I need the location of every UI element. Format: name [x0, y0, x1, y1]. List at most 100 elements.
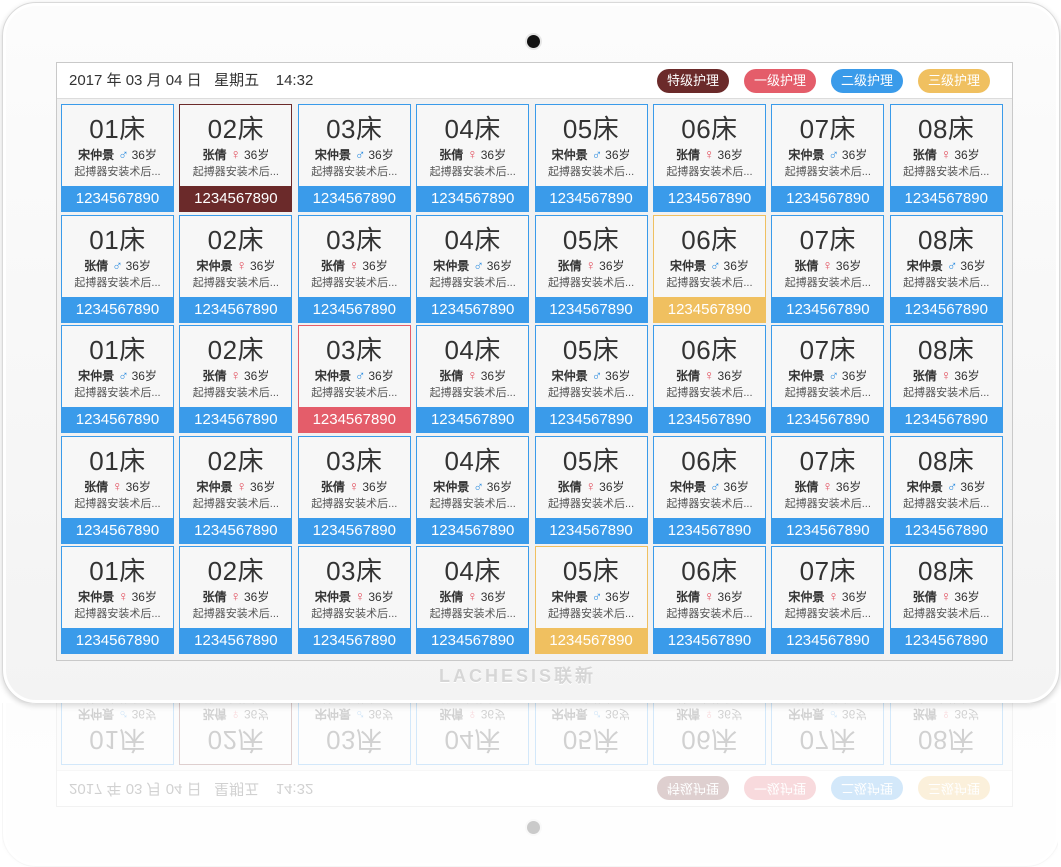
male-icon: ♂: [354, 367, 366, 383]
patient-name: 宋仲景: [788, 148, 825, 162]
bed-card[interactable]: 01床 宋仲景 ♀ 36岁 起搏器安装术后... 1234567890: [61, 546, 174, 654]
diagnosis-text: 起搏器安装术后...: [666, 387, 753, 399]
bed-card[interactable]: 07床 宋仲景 ♀ 36岁 起搏器安装术后... 1234567890: [771, 546, 885, 654]
female-icon: ♀: [118, 588, 129, 604]
bed-card[interactable]: 08床 张倩 ♀ 36岁 起搏器安装术后... 1234567890: [889, 325, 1003, 433]
bed-card[interactable]: 07床 张倩 ♀ 36岁 起搏器安装术后... 1234567890: [771, 435, 885, 544]
bed-number: 01床: [89, 224, 146, 255]
female-icon: ♀: [354, 588, 366, 604]
bed-card[interactable]: 08床 宋仲景 ♂ 36岁 起搏器安装术后... 1234567890: [889, 214, 1003, 323]
legend-badge: 三级护理: [918, 69, 990, 93]
patient-info: 宋仲景 ♀ 36岁: [62, 588, 173, 605]
diagnosis-text: 起搏器安装术后...: [547, 387, 635, 399]
bed-card[interactable]: 03床 张倩 ♀ 36岁 起搏器安装术后... 1234567890: [297, 435, 411, 544]
bed-number: 02床: [207, 445, 265, 476]
bed-card[interactable]: 02床 宋仲景 ♀ 36岁 起搏器安装术后... 1234567890: [179, 214, 293, 323]
patient-info: 张倩 ♀ 36岁: [891, 146, 1002, 163]
bed-card[interactable]: 03床 宋仲景 ♀ 36岁 起搏器安装术后... 1234567890: [297, 546, 411, 654]
bed-card[interactable]: 05床 张倩 ♀ 36岁 起搏器安装术后... 1234567890: [534, 435, 648, 544]
diagnosis-text: 起搏器安装术后...: [903, 387, 990, 399]
bed-card[interactable]: 01床 宋仲景 ♂ 36岁 起搏器安装术后... 1234567890: [61, 325, 174, 433]
phone-bar: 1234567890: [298, 407, 410, 432]
patient-name: 宋仲景: [433, 479, 470, 494]
phone-bar: 1234567890: [417, 296, 529, 322]
bed-card[interactable]: 08床 张倩 ♀ 36岁 起搏器安装术后... 1234567890: [889, 546, 1003, 654]
phone-bar: 1234567890: [890, 628, 1002, 653]
patient-age: 36岁: [717, 148, 743, 162]
diagnosis-text: 起搏器安装术后...: [192, 276, 279, 289]
diagnosis-text: 起搏器安装术后...: [547, 276, 635, 289]
bed-card[interactable]: 04床 张倩 ♀ 36岁 起搏器安装术后... 1234567890: [416, 325, 530, 433]
patient-info: 张倩 ♀ 36岁: [654, 588, 765, 605]
bed-card[interactable]: 07床 宋仲景 ♂ 36岁 起搏器安装术后... 1234567890: [771, 325, 885, 433]
patient-name: 张倩: [676, 369, 701, 383]
patient-name: 张倩: [439, 369, 464, 383]
patient-name: 张倩: [202, 148, 227, 162]
bed-card[interactable]: 02床 宋仲景 ♀ 36岁 起搏器安装术后... 1234567890: [179, 435, 293, 544]
phone-bar: 1234567890: [62, 517, 173, 543]
bed-card[interactable]: 06床 张倩 ♀ 36岁 起搏器安装术后... 1234567890: [652, 104, 766, 212]
bed-card[interactable]: 08床 宋仲景 ♂ 36岁 起搏器安装术后... 1234567890: [889, 435, 1003, 544]
datetime-text: 2017 年 03 月 04 日 星期五 14:32: [69, 72, 314, 89]
patient-name: 宋仲景: [314, 369, 351, 383]
patient-info: 宋仲景 ♂ 36岁: [772, 146, 883, 163]
female-icon: ♀: [822, 256, 833, 273]
bed-card[interactable]: 04床 张倩 ♀ 36岁 起搏器安装术后... 1234567890: [416, 546, 530, 654]
bed-card[interactable]: 02床 张倩 ♀ 36岁 起搏器安装术后... 1234567890: [179, 546, 293, 654]
patient-name: 张倩: [320, 258, 345, 273]
bed-card[interactable]: 07床 宋仲景 ♂ 36岁 起搏器安装术后... 1234567890: [771, 104, 885, 212]
tablet-frame: 2017 年 03 月 04 日 星期五 14:32 特级护理 一级护理 二级护理三…: [2, 2, 1060, 704]
bed-card[interactable]: 06床 张倩 ♀ 36岁 起搏器安装术后... 1234567890: [652, 546, 766, 654]
diagnosis-text: 起搏器安装术后...: [547, 497, 635, 510]
bed-card[interactable]: 08床 张倩 ♀ 36岁 起搏器安装术后... 1234567890: [889, 104, 1003, 212]
bed-card[interactable]: 04床 宋仲景 ♂ 36岁 起搏器安装术后... 1234567890: [416, 435, 530, 544]
bed-card[interactable]: 05床 宋仲景 ♂ 36岁 起搏器安装术后... 1234567890: [534, 325, 648, 433]
bed-card[interactable]: 02床 张倩 ♀ 36岁 起搏器安装术后... 1234567890: [179, 325, 293, 433]
bed-card[interactable]: 03床 宋仲景 ♂ 36岁 起搏器安装术后... 1234567890: [297, 325, 411, 433]
bed-card[interactable]: 06床 宋仲景 ♂ 36岁 起搏器安装术后... 1234567890: [652, 214, 766, 323]
bed-card[interactable]: 04床 宋仲景 ♂ 36岁 起搏器安装术后... 1234567890: [416, 214, 530, 323]
bed-number: 05床: [562, 445, 620, 476]
phone-bar: 1234567890: [772, 517, 884, 543]
phone-bar: 1234567890: [772, 296, 884, 322]
diagnosis-text: 起搏器安装术后...: [903, 497, 990, 510]
male-icon: ♂: [591, 367, 603, 383]
bed-number: 01床: [89, 556, 146, 586]
patient-name: 宋仲景: [551, 369, 588, 383]
bed-card[interactable]: 04床 张倩 ♀ 36岁 起搏器安装术后... 1234567890: [416, 104, 530, 212]
bed-card[interactable]: 01床 张倩 ♂ 36岁 起搏器安装术后... 1234567890: [61, 214, 174, 323]
bed-card[interactable]: 05床 张倩 ♀ 36岁 起搏器安装术后... 1234567890: [534, 214, 648, 323]
bed-number: 03床: [326, 224, 383, 255]
patient-info: 宋仲景 ♀ 36岁: [180, 478, 291, 495]
patient-name: 张倩: [557, 479, 582, 494]
patient-age: 36岁: [841, 590, 868, 604]
bed-card[interactable]: 01床 宋仲景 ♂ 36岁 起搏器安装术后... 1234567890: [61, 104, 174, 212]
bed-card[interactable]: 05床 宋仲景 ♂ 36岁 起搏器安装术后... 1234567890: [534, 104, 648, 212]
bed-card[interactable]: 05床 宋仲景 ♂ 36岁 起搏器安装术后... 1234567890: [534, 546, 648, 654]
diagnosis-text: 起搏器安装术后...: [429, 497, 516, 510]
bed-card[interactable]: 06床 宋仲景 ♂ 36岁 起搏器安装术后... 1234567890: [652, 435, 766, 544]
diagnosis-text: 起搏器安装术后...: [74, 276, 161, 289]
male-icon: ♂: [828, 367, 839, 383]
patient-age: 36岁: [841, 369, 868, 383]
patient-name: 宋仲景: [314, 590, 351, 604]
bed-number: 08床: [918, 556, 975, 586]
patient-age: 36岁: [486, 258, 513, 273]
bed-card[interactable]: 02床 张倩 ♀ 36岁 起搏器安装术后... 1234567890: [179, 104, 293, 212]
bed-card[interactable]: 06床 张倩 ♀ 36岁 起搏器安装术后... 1234567890: [652, 325, 766, 433]
phone-bar: 1234567890: [535, 628, 647, 653]
patient-age: 36岁: [362, 258, 388, 273]
patient-info: 宋仲景 ♂ 36岁: [62, 367, 173, 384]
patient-info: 宋仲景 ♂ 36岁: [299, 146, 410, 163]
patient-age: 36岁: [249, 479, 276, 494]
phone-bar: 1234567890: [62, 407, 173, 432]
bed-card[interactable]: 07床 张倩 ♀ 36岁 起搏器安装术后... 1234567890: [771, 214, 885, 323]
male-icon: ♂: [710, 256, 721, 273]
phone-bar: 1234567890: [180, 296, 292, 322]
patient-name: 张倩: [557, 258, 582, 273]
patient-name: 宋仲景: [670, 479, 707, 494]
bed-number: 05床: [562, 335, 620, 365]
bed-card[interactable]: 03床 张倩 ♀ 36岁 起搏器安装术后... 1234567890: [297, 214, 411, 323]
bed-card[interactable]: 03床 宋仲景 ♂ 36岁 起搏器安装术后... 1234567890: [297, 104, 411, 212]
bed-card[interactable]: 01床 张倩 ♀ 36岁 起搏器安装术后... 1234567890: [61, 435, 174, 544]
